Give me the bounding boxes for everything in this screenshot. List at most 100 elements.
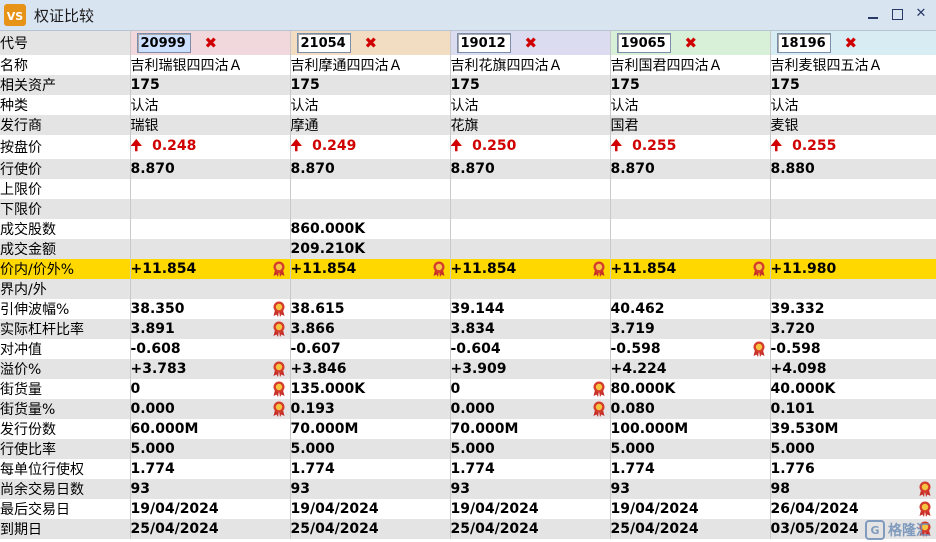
row-type: 种类 认沽 认沽 认沽 认沽 认沽 (0, 95, 936, 115)
row-label: 下限价 (0, 199, 131, 219)
row-issuer: 发行商 瑞银 摩通 花旗 国君 麦银 (0, 115, 936, 135)
watermark-text: 格隆汇 (888, 523, 930, 539)
exercise_per_unit-value: 1.774 (450, 461, 495, 477)
type-cell: 认沽 (290, 95, 451, 115)
best-medal-icon (592, 401, 606, 417)
remove-warrant-icon[interactable]: ✖ (845, 34, 858, 52)
iv-cell: 38.615 (290, 299, 451, 319)
warrant-code-input[interactable] (776, 33, 831, 53)
exercise_per_unit-value: 1.774 (290, 461, 335, 477)
expiry-value: 25/04/2024 (130, 521, 219, 537)
minimize-icon[interactable] (866, 7, 880, 21)
expiry-value: 25/04/2024 (450, 521, 539, 537)
name-cell: 吉利瑞银四四沽Ａ (130, 55, 291, 75)
turnover-value: 209.210K (290, 241, 366, 257)
outstanding_pct-cell: 0.000 (450, 399, 611, 419)
underlying-cell: 175 (610, 75, 771, 95)
best-medal-icon (918, 501, 932, 517)
strike-cell: 8.880 (770, 159, 936, 179)
up-arrow-icon: 🠉 (290, 138, 303, 154)
iv-cell: 39.332 (770, 299, 936, 319)
delta-value: -0.598 (770, 341, 821, 357)
maximize-icon[interactable] (890, 7, 904, 21)
eff_gearing-cell: 3.719 (610, 319, 771, 339)
issue_size-cell: 39.530M (770, 419, 936, 439)
moneyness-cell: +11.854 (610, 259, 771, 279)
issuer-cell: 瑞银 (130, 115, 291, 135)
row-label: 最后交易日 (0, 499, 131, 519)
issue_size-cell: 70.000M (290, 419, 451, 439)
strike-cell: 8.870 (290, 159, 451, 179)
iv-value: 38.615 (290, 301, 345, 317)
exercise_per_unit-value: 1.774 (130, 461, 175, 477)
last_trade-cell: 19/04/2024 (290, 499, 451, 519)
issuer-cell: 花旗 (450, 115, 611, 135)
moneyness-value: +11.980 (770, 261, 837, 277)
exercise_per_unit-cell: 1.774 (450, 459, 611, 479)
row-label: 上限价 (0, 179, 131, 199)
delta-cell: -0.607 (290, 339, 451, 359)
price-cell: 🠉 0.249 (290, 135, 451, 159)
turnover-cell: 209.210K (290, 239, 451, 259)
price-value: 0.249 (312, 138, 357, 154)
remove-warrant-icon[interactable]: ✖ (205, 34, 218, 52)
warrant-code-input[interactable] (136, 33, 191, 53)
issuer-cell: 麦银 (770, 115, 936, 135)
row-label: 种类 (0, 95, 131, 115)
remove-warrant-icon[interactable]: ✖ (525, 34, 538, 52)
last_trade-cell: 19/04/2024 (450, 499, 611, 519)
premium-value: +3.846 (290, 361, 347, 377)
conv_ratio-value: 5.000 (450, 441, 495, 457)
strike-value: 8.880 (770, 161, 815, 177)
underlying-cell: 175 (130, 75, 291, 95)
outstanding_pct-value: 0.000 (130, 401, 175, 417)
row-delta: 对冲值 -0.608 -0.607 -0.604 -0.598 -0.598 (0, 339, 936, 359)
warrant-code-input[interactable] (296, 33, 351, 53)
code-cell: ✖ (450, 31, 611, 55)
row-price: 按盘价 🠉 0.248 🠉 0.249 🠉 0.250 🠉 0.255 🠉 0.255 (0, 135, 936, 159)
moneyness-value: +11.854 (610, 261, 677, 277)
row-label: 街货量% (0, 399, 131, 419)
type-value: 认沽 (450, 98, 479, 114)
underlying-value: 175 (450, 77, 480, 93)
code-cell-wrap: ✖ (291, 31, 450, 55)
eff_gearing-cell: 3.891 (130, 319, 291, 339)
outstanding_pct-cell: 0.101 (770, 399, 936, 419)
issuer-cell: 摩通 (290, 115, 451, 135)
premium-cell: +4.224 (610, 359, 771, 379)
exercise_per_unit-cell: 1.774 (130, 459, 291, 479)
remove-warrant-icon[interactable]: ✖ (365, 34, 378, 52)
remove-warrant-icon[interactable]: ✖ (685, 34, 698, 52)
eff_gearing-value: 3.719 (610, 321, 655, 337)
conv_ratio-cell: 5.000 (290, 439, 451, 459)
window-title: 权证比较 (34, 6, 95, 25)
eff_gearing-cell: 3.720 (770, 319, 936, 339)
warrant-code-input[interactable] (616, 33, 671, 53)
up-arrow-icon: 🠉 (450, 138, 463, 154)
delta-value: -0.598 (610, 341, 661, 357)
row-turnover: 成交金额 209.210K (0, 239, 936, 259)
compare-table: 代号 ✖ ✖ ✖ ✖ ✖ 名称吉利瑞银四四沽Ａ 吉利摩通四四沽Ａ 吉利花旗四四沽Ａ 吉利国君四四沽… (0, 31, 936, 539)
strike-value: 8.870 (610, 161, 655, 177)
strike-cell: 8.870 (610, 159, 771, 179)
underlying-cell: 175 (450, 75, 611, 95)
volume-value: 860.000K (290, 221, 366, 237)
volume-cell: 860.000K (290, 219, 451, 239)
type-cell: 认沽 (130, 95, 291, 115)
warrant-code-input[interactable] (456, 33, 511, 53)
days_left-cell: 93 (290, 479, 451, 499)
name-cell: 吉利花旗四四沽Ａ (450, 55, 611, 75)
lower-cell (290, 199, 451, 219)
upper-cell (610, 179, 771, 199)
best-medal-icon (432, 261, 446, 277)
outstanding-value: 0 (130, 381, 141, 397)
row-label: 按盘价 (0, 135, 131, 159)
outstanding-value: 0 (450, 381, 461, 397)
exercise_per_unit-value: 1.774 (610, 461, 655, 477)
issue_size-cell: 70.000M (450, 419, 611, 439)
upper-cell (770, 179, 936, 199)
row-outstanding: 街货量 0 135.000K 0 80.000K 40.000K (0, 379, 936, 399)
close-window-icon[interactable]: ✕ (914, 7, 928, 21)
underlying-cell: 175 (770, 75, 936, 95)
last_trade-cell: 19/04/2024 (610, 499, 771, 519)
